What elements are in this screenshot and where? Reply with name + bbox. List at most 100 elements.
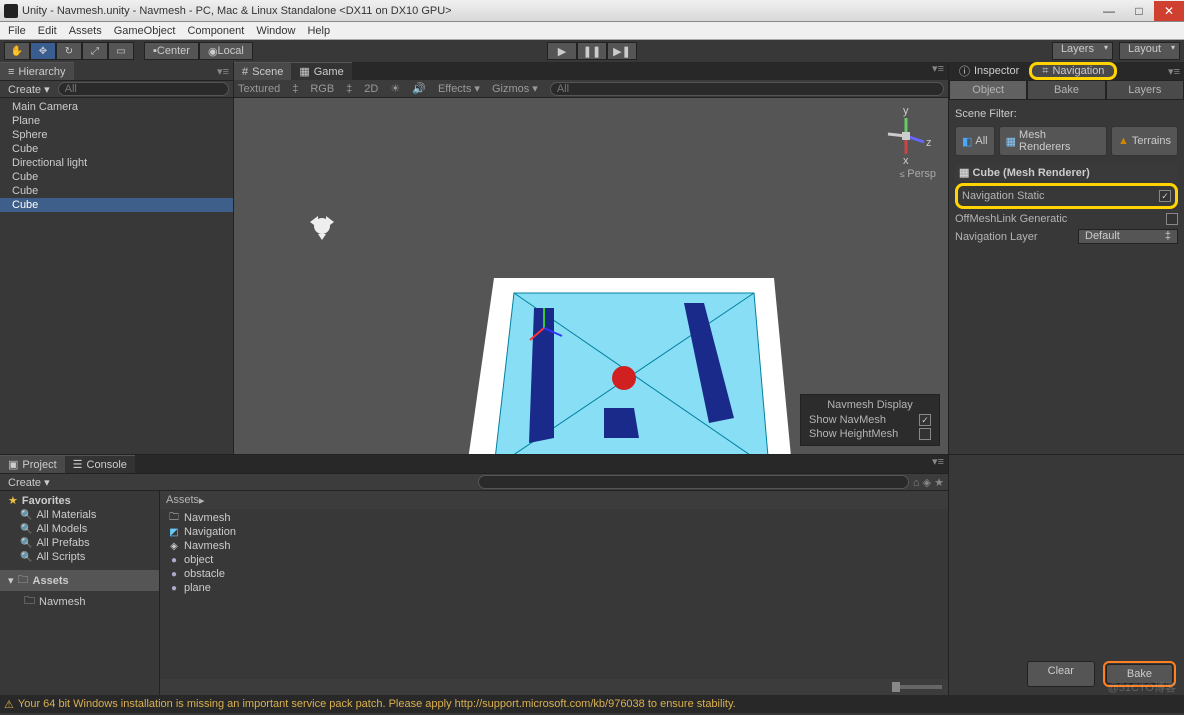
game-tab[interactable]: ▦ Game	[291, 62, 351, 80]
panel-menu-icon[interactable]: ▾≡	[932, 62, 944, 80]
panel-menu-icon[interactable]: ▾≡	[217, 65, 229, 78]
panel-menu-icon[interactable]: ▾≡	[1168, 65, 1180, 78]
watermark: @51CTO博客	[1108, 679, 1176, 695]
effects-dropdown[interactable]: Effects ▾	[438, 82, 480, 95]
filter-mesh-button[interactable]: ▦Mesh Renderers	[999, 126, 1107, 156]
material-icon: ●	[168, 568, 180, 580]
menu-assets[interactable]: Assets	[69, 25, 102, 37]
filter-terrains-button[interactable]: ▲Terrains	[1111, 126, 1178, 156]
status-message[interactable]: Your 64 bit Windows installation is miss…	[18, 698, 736, 710]
favorite-item[interactable]: 🔍All Materials	[0, 508, 159, 522]
perspective-label[interactable]: ≤ Persp	[900, 168, 936, 180]
asset-item[interactable]: ◈Navmesh	[166, 539, 942, 553]
scale-tool[interactable]: ⤢	[82, 42, 108, 60]
hierarchy-item[interactable]: Cube	[0, 142, 233, 156]
component-header[interactable]: ▦ Cube (Mesh Renderer)	[955, 164, 1178, 181]
menu-component[interactable]: Component	[187, 25, 244, 37]
clear-button[interactable]: Clear	[1027, 661, 1095, 687]
show-heightmesh-label: Show HeightMesh	[809, 428, 898, 440]
hierarchy-item[interactable]: Cube	[0, 184, 233, 198]
menu-file[interactable]: File	[8, 25, 26, 37]
nav-layers-subtab[interactable]: Layers	[1106, 80, 1184, 100]
offmesh-label: OffMeshLink Generatic	[955, 213, 1067, 225]
audio-toggle-icon[interactable]: 🔊	[412, 82, 426, 95]
scene-panel: # Scene ▦ Game ▾≡ Textured ‡ RGB ‡ 2D ☀ …	[234, 62, 948, 454]
show-heightmesh-checkbox[interactable]	[919, 428, 931, 440]
maximize-button[interactable]: □	[1124, 1, 1154, 21]
menu-window[interactable]: Window	[256, 25, 295, 37]
project-search-input[interactable]	[478, 475, 909, 489]
panel-menu-icon[interactable]: ▾≡	[932, 455, 944, 473]
project-tab[interactable]: ▣ Project	[0, 455, 65, 473]
favorites-header[interactable]: ★Favorites	[0, 493, 159, 508]
nav-object-subtab[interactable]: Object	[949, 80, 1027, 100]
assets-root[interactable]: ▾ 🗀Assets	[0, 570, 159, 591]
layout-dropdown[interactable]: Layout	[1119, 42, 1180, 60]
nav-layer-dropdown[interactable]: Default ‡	[1078, 229, 1178, 244]
asset-item[interactable]: ◩Navigation	[166, 525, 942, 539]
axis-gizmo[interactable]: y z x	[876, 106, 936, 166]
shading-mode[interactable]: Textured	[238, 83, 280, 95]
layers-dropdown[interactable]: Layers	[1052, 42, 1113, 60]
nav-static-checkbox[interactable]: ✓	[1159, 190, 1171, 202]
offmesh-checkbox[interactable]	[1166, 213, 1178, 225]
hierarchy-create-button[interactable]: Create ▾	[4, 83, 54, 96]
asset-item[interactable]: ●obstacle	[166, 567, 942, 581]
assets-breadcrumb[interactable]: Assets ▸	[160, 491, 948, 509]
step-button[interactable]: ▶❚	[607, 42, 637, 60]
close-button[interactable]: ✕	[1154, 1, 1184, 21]
color-mode[interactable]: RGB	[310, 83, 334, 95]
favorite-item[interactable]: 🔍All Models	[0, 522, 159, 536]
pause-button[interactable]: ❚❚	[577, 42, 607, 60]
scene-search-input[interactable]	[550, 82, 944, 96]
search-icon: 🔍	[20, 524, 32, 535]
hierarchy-search-input[interactable]	[58, 82, 229, 96]
menu-gameobject[interactable]: GameObject	[114, 25, 176, 37]
favorite-item[interactable]: 🔍All Scripts	[0, 550, 159, 564]
show-navmesh-checkbox[interactable]: ✓	[919, 414, 931, 426]
navigation-tab[interactable]: ⌗ Navigation	[1029, 62, 1117, 80]
minimize-button[interactable]: ―	[1094, 1, 1124, 21]
status-bar: ⚠ Your 64 bit Windows installation is mi…	[0, 695, 1184, 713]
asset-item[interactable]: 🗀Navmesh	[166, 511, 942, 525]
rotate-tool[interactable]: ↻	[56, 42, 82, 60]
window-title: Unity - Navmesh.unity - Navmesh - PC, Ma…	[22, 5, 452, 17]
light-toggle-icon[interactable]: ☀	[390, 82, 400, 95]
project-create-button[interactable]: Create ▾	[4, 476, 54, 489]
asset-item[interactable]: ●object	[166, 553, 942, 567]
filter-all-button[interactable]: ◧All	[955, 126, 995, 156]
console-tab[interactable]: ☰ Console	[65, 455, 135, 473]
assets-folder[interactable]: 🗀Navmesh	[0, 591, 159, 612]
favorite-item[interactable]: 🔍All Prefabs	[0, 536, 159, 550]
scene-filter-label: Scene Filter:	[955, 106, 1178, 122]
scene-tab[interactable]: # Scene	[234, 62, 291, 80]
2d-toggle[interactable]: 2D	[364, 83, 378, 95]
nav-static-label: Navigation Static	[962, 190, 1045, 202]
play-button[interactable]: ▶	[547, 42, 577, 60]
cube-icon: ◧	[962, 135, 972, 148]
hand-tool[interactable]: ✋	[4, 42, 30, 60]
move-tool[interactable]: ✥	[30, 42, 56, 60]
pivot-local-button[interactable]: ◉ Local	[199, 42, 253, 60]
menu-help[interactable]: Help	[307, 25, 330, 37]
scene-viewport[interactable]: y z x ≤ Persp Navmesh Display Show NavMe…	[234, 98, 948, 454]
hierarchy-item-selected[interactable]: Cube	[0, 198, 233, 212]
inspector-tab[interactable]: ⓘ Inspector	[949, 62, 1029, 80]
search-filter-icon[interactable]: ⌂ ◈ ★	[913, 476, 944, 489]
hierarchy-item[interactable]: Main Camera	[0, 100, 233, 114]
hierarchy-tab[interactable]: ≡ Hierarchy	[0, 62, 74, 80]
hierarchy-item[interactable]: Directional light	[0, 156, 233, 170]
menu-edit[interactable]: Edit	[38, 25, 57, 37]
asset-item[interactable]: ●plane	[166, 581, 942, 595]
info-icon: ⓘ	[959, 63, 970, 79]
gizmos-dropdown[interactable]: Gizmos ▾	[492, 82, 538, 95]
nav-bake-subtab[interactable]: Bake	[1027, 80, 1105, 100]
hierarchy-item[interactable]: Sphere	[0, 128, 233, 142]
rect-tool[interactable]: ▭	[108, 42, 134, 60]
hierarchy-item[interactable]: Cube	[0, 170, 233, 184]
pivot-center-button[interactable]: ▪ Center	[144, 42, 199, 60]
mesh-icon: ▦	[1006, 135, 1016, 148]
slider-track[interactable]	[892, 685, 942, 689]
nav-layer-label: Navigation Layer	[955, 231, 1038, 243]
hierarchy-item[interactable]: Plane	[0, 114, 233, 128]
